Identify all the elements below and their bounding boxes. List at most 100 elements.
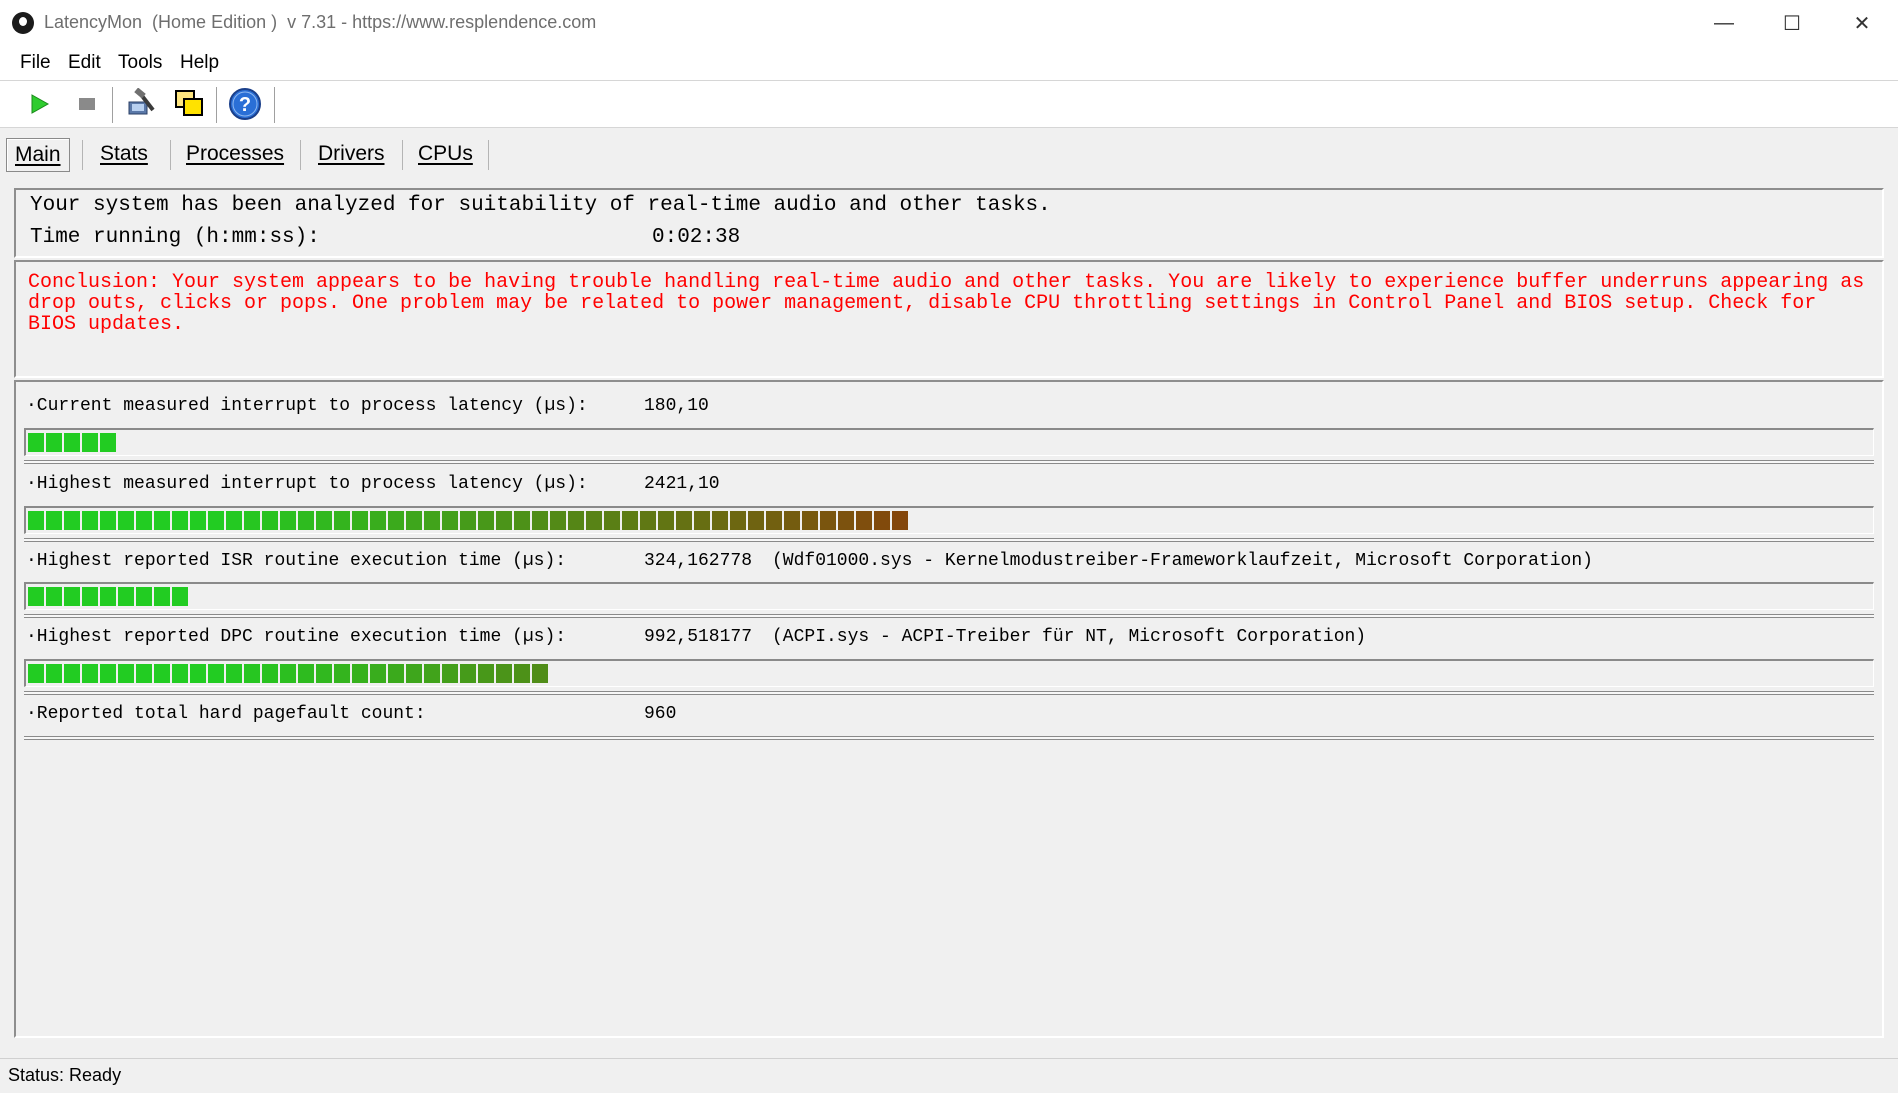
bar-segment (334, 511, 350, 530)
bar-segment (406, 511, 422, 530)
bar-segment (82, 511, 98, 530)
metric-detail: (ACPI.sys - ACPI-Treiber für NT, Microso… (772, 627, 1367, 647)
tab-separator (488, 140, 489, 170)
bar-segment (388, 664, 404, 683)
status-bar: Status: Ready (0, 1058, 1898, 1093)
bar-segment (208, 664, 224, 683)
bar-segment (712, 511, 728, 530)
bar-segment (100, 587, 116, 606)
play-icon[interactable] (22, 87, 56, 121)
bar-segment (730, 511, 746, 530)
divider (24, 538, 1874, 542)
tab-drivers[interactable]: Drivers (310, 138, 393, 170)
bar-segment (748, 511, 764, 530)
menu-bar: File Edit Tools Help (0, 46, 1898, 81)
bar-segment (118, 587, 134, 606)
menu-help[interactable]: Help (180, 52, 219, 74)
bar-segment (226, 664, 242, 683)
tab-separator (170, 140, 171, 170)
tab-processes[interactable]: Processes (178, 138, 292, 170)
bar-segment (172, 664, 188, 683)
window-title: LatencyMon (Home Edition ) v 7.31 - http… (44, 12, 597, 32)
minimize-button[interactable]: — (1696, 8, 1752, 38)
toolbar-separator (274, 87, 278, 123)
bar-segment (136, 664, 152, 683)
bar-fill (28, 511, 908, 530)
bar-segment (64, 587, 80, 606)
metric-value: 992,518177 (644, 627, 753, 647)
bar-segment (784, 511, 800, 530)
bar-segment (892, 511, 908, 530)
bar-segment (460, 664, 476, 683)
bar-segment (280, 511, 296, 530)
stop-icon[interactable] (70, 87, 104, 121)
bar-segment (352, 511, 368, 530)
metric-label: ·Current measured interrupt to process l… (26, 396, 588, 416)
bar-segment (442, 664, 458, 683)
latency-bar (24, 506, 1874, 534)
bar-segment (676, 511, 692, 530)
conclusion-text: Conclusion: Your system appears to be ha… (28, 271, 1865, 336)
tab-main[interactable]: Main (6, 138, 70, 172)
bar-segment (586, 511, 602, 530)
bar-segment (28, 511, 44, 530)
bar-segment (640, 511, 656, 530)
tab-separator (300, 140, 301, 170)
bar-segment (478, 511, 494, 530)
time-running-value: 0:02:38 (652, 226, 741, 249)
bar-segment (100, 664, 116, 683)
bar-segment (262, 664, 278, 683)
metric-value: 960 (644, 704, 677, 724)
metric-label: ·Highest reported DPC routine execution … (26, 627, 567, 647)
bar-segment (64, 664, 80, 683)
latency-bar (24, 428, 1874, 456)
bar-segment (838, 511, 854, 530)
bar-segment (172, 587, 188, 606)
bar-segment (442, 511, 458, 530)
bar-segment (496, 511, 512, 530)
divider (24, 691, 1874, 695)
bar-segment (262, 511, 278, 530)
bar-segment (514, 511, 530, 530)
close-button[interactable]: ✕ (1834, 8, 1890, 38)
bar-segment (856, 511, 872, 530)
latency-bar (24, 582, 1874, 610)
metric-value: 324,162778 (644, 551, 753, 571)
tab-separator (82, 140, 83, 170)
tab-stats[interactable]: Stats (92, 138, 156, 170)
bar-segment (154, 587, 170, 606)
menu-edit[interactable]: Edit (68, 52, 101, 74)
menu-file[interactable]: File (20, 52, 51, 74)
bar-segment (604, 511, 620, 530)
bar-segment (244, 664, 260, 683)
analysis-summary-text: Your system has been analyzed for suitab… (30, 194, 1051, 217)
divider (24, 736, 1874, 740)
metric-value: 180,10 (644, 396, 709, 416)
windows-icon[interactable] (172, 87, 206, 121)
analyze-icon[interactable] (124, 87, 158, 121)
bar-segment (550, 511, 566, 530)
bar-segment (82, 587, 98, 606)
bar-segment (244, 511, 260, 530)
bar-segment (118, 664, 134, 683)
bar-segment (64, 511, 80, 530)
maximize-button[interactable]: ☐ (1764, 8, 1820, 38)
bar-segment (388, 511, 404, 530)
bar-segment (46, 511, 62, 530)
bar-segment (316, 664, 332, 683)
tab-cpus[interactable]: CPUs (410, 138, 481, 170)
bar-segment (424, 664, 440, 683)
bar-segment (64, 433, 80, 452)
tab-strip: Main Stats Processes Drivers CPUs (0, 128, 1898, 180)
metric-detail: (Wdf01000.sys - Kernelmodustreiber-Frame… (772, 551, 1593, 571)
toolbar-separator (216, 87, 220, 123)
metric-label: ·Highest reported ISR routine execution … (26, 551, 567, 571)
bar-segment (28, 433, 44, 452)
bar-segment (478, 664, 494, 683)
bar-segment (46, 664, 62, 683)
menu-tools[interactable]: Tools (118, 52, 162, 74)
bar-segment (172, 511, 188, 530)
help-icon[interactable]: ? (228, 87, 262, 121)
bar-segment (514, 664, 530, 683)
bar-segment (190, 664, 206, 683)
